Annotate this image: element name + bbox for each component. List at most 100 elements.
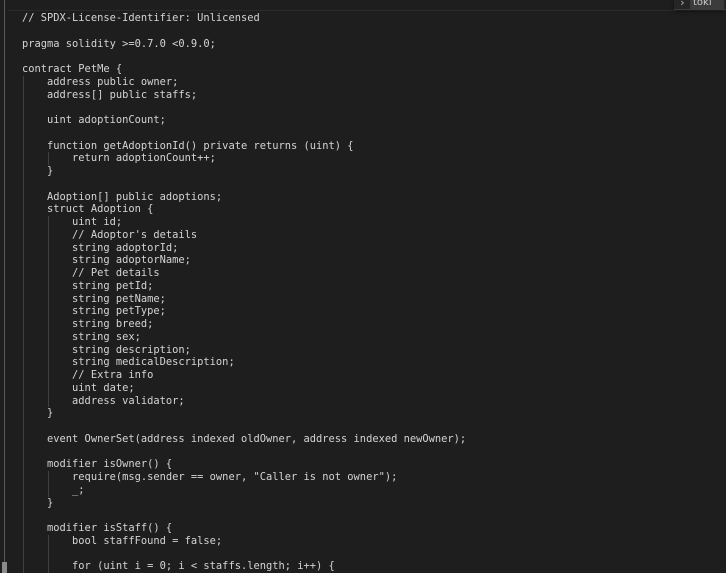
code-line [22,547,726,561]
indent-guide [48,471,50,484]
indent-guide [23,560,24,573]
indent-guide [23,534,24,548]
code-line: require(msg.sender == owner, "Caller is … [22,471,398,484]
indent-guide [23,101,24,114]
code-line: string petId; [22,279,154,293]
code-line: string breed; [22,318,154,331]
indent-guide [23,241,24,255]
code-line: string sex; [22,330,141,344]
indent-guide [48,241,50,255]
indent-guide [48,483,50,497]
indent-guide [23,126,24,140]
indent-guide [23,356,24,369]
code-line: address[] public staffs; [22,88,198,102]
indent-guide [23,228,24,242]
indent-guide [23,420,24,433]
gutter-fold-marker[interactable] [2,562,7,573]
indent-guide [23,292,24,306]
indent-guide [48,279,50,293]
code-line: pragma solidity >=0.7.0 <0.9.0; [22,37,216,50]
indent-guide [23,305,24,318]
code-line: modifier isStaff() { [22,522,173,535]
indent-guide [23,483,24,497]
indent-guide [48,560,50,573]
indent-guide [48,343,50,357]
indent-guide [23,279,24,293]
indent-guide [48,369,50,382]
indent-guide [23,88,24,102]
indent-guide [48,394,50,408]
code-line: bool staffFound = false; [22,534,223,548]
indent-guide [23,407,24,420]
code-line [22,126,726,140]
code-line: event OwnerSet(address indexed oldOwner,… [22,432,467,446]
code-line [22,101,726,114]
code-line [22,445,726,459]
code-line: // Adoptor's details [22,228,198,242]
indent-guide [23,343,24,357]
indent-guide [23,75,24,89]
code-editor[interactable]: // SPDX-License-Identifier: Unlicensed pr… [22,12,726,573]
indent-guide [48,228,50,242]
code-line: address public owner; [22,75,179,89]
indent-guide [23,394,24,408]
code-line: contract PetMe { [22,63,123,75]
indent-guide [23,114,24,127]
indent-guide [23,458,24,471]
code-line: // Extra info [22,369,154,382]
editor-top-separator [8,10,726,11]
code-line: string adoptorId; [22,241,179,255]
code-line: } [22,496,54,510]
code-line: } [22,165,54,178]
chevron-right-icon[interactable]: › [679,0,686,8]
code-line: string petName; [22,292,166,306]
code-line: address validator; [22,394,185,408]
indent-guide [23,445,24,459]
code-line: _; [22,483,85,497]
code-line: function getAdoptionId() private returns… [22,139,354,153]
indent-guide [23,152,24,165]
indent-guide [23,509,24,522]
indent-guide [23,165,24,178]
indent-guide [48,318,50,331]
indent-guide [23,432,24,446]
gutter-border [4,0,5,573]
code-line: Adoption[] public adoptions; [22,190,223,204]
code-line: } [22,407,54,420]
indent-guide [48,292,50,306]
code-line [22,509,726,522]
indent-guide [23,216,24,229]
indent-guide [48,356,50,369]
indent-guide [48,330,50,344]
indent-guide [48,381,50,395]
code-line: for (uint i = 0; i < staffs.length; i++)… [22,560,335,573]
code-line: string description; [22,343,191,357]
indent-guide [48,547,50,561]
indent-guide [23,496,24,510]
code-line [22,420,726,433]
indent-guide [48,152,50,165]
indent-guide [23,177,24,191]
indent-guide [23,522,24,535]
find-input[interactable]: toki [690,0,724,9]
indent-guide [23,369,24,382]
indent-guide [48,305,50,318]
code-line: // Pet details [22,267,160,280]
indent-guide [23,318,24,331]
code-line: string adoptorName; [22,254,191,267]
indent-guide [23,471,24,484]
indent-guide [23,330,24,344]
indent-guide [23,203,24,216]
code-line: modifier isOwner() { [22,458,173,471]
code-line: uint date; [22,381,135,395]
code-line: string medicalDescription; [22,356,235,369]
code-line: return adoptionCount++; [22,152,216,165]
indent-guide [23,547,24,561]
code-line: uint adoptionCount; [22,114,166,127]
code-line: // SPDX-License-Identifier: Unlicensed [22,12,260,24]
code-line: struct Adoption { [22,203,154,216]
indent-guide [23,267,24,280]
indent-guide [48,254,50,267]
